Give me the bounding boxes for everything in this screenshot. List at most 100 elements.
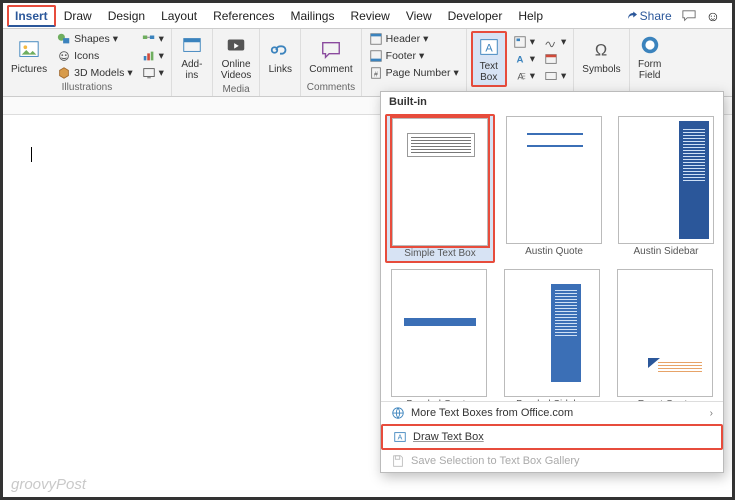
- cube-icon: [57, 66, 71, 80]
- gallery-footer: More Text Boxes from Office.com › A Draw…: [381, 401, 723, 472]
- comment-label: Comment: [309, 64, 352, 75]
- footer-button[interactable]: Footer▾: [366, 48, 462, 64]
- pictures-icon: [17, 38, 41, 62]
- text-cursor: [31, 147, 32, 162]
- symbols-label: Symbols: [582, 64, 620, 75]
- tab-mailings[interactable]: Mailings: [282, 5, 342, 27]
- svg-text:A: A: [516, 55, 523, 66]
- tab-insert[interactable]: Insert: [7, 5, 56, 27]
- quickparts-icon: [513, 35, 527, 49]
- comment-button[interactable]: Comment: [305, 36, 356, 77]
- object-icon: [544, 69, 558, 83]
- tab-view[interactable]: View: [398, 5, 440, 27]
- tab-draw[interactable]: Draw: [56, 5, 100, 27]
- save-selection-item: Save Selection to Text Box Gallery: [381, 450, 723, 472]
- group-formfield: Form Field: [630, 29, 670, 96]
- group-symbols: Ω Symbols: [574, 29, 629, 96]
- shapes-label: Shapes: [74, 33, 110, 45]
- group-headerfooter: Header▾ Footer▾ #Page Number▾: [362, 29, 467, 96]
- screenshot-icon: [142, 66, 156, 80]
- screenshot-button[interactable]: ▾: [139, 65, 167, 81]
- textbox-icon: A: [477, 35, 501, 59]
- chart-icon: [142, 49, 156, 63]
- header-button[interactable]: Header▾: [366, 31, 462, 47]
- ribbon-tabs: Insert Draw Design Layout References Mai…: [3, 3, 732, 29]
- textbox-gallery-panel: Built-in Simple Text Box Austin Quote Au…: [380, 91, 724, 473]
- addins-icon: [180, 33, 204, 57]
- header-icon: [369, 32, 383, 46]
- gallery-facet-quote[interactable]: Facet Quote: [612, 267, 719, 401]
- save-icon: [391, 454, 405, 468]
- more-label: More Text Boxes from Office.com: [411, 407, 573, 419]
- share-button[interactable]: Share: [625, 9, 672, 23]
- chart-button[interactable]: ▾: [139, 48, 167, 64]
- comments-icon[interactable]: [682, 9, 696, 23]
- online-videos-button[interactable]: Online Videos: [217, 31, 255, 83]
- formfield-button[interactable]: Form Field: [634, 31, 666, 83]
- header-label: Header: [386, 33, 420, 45]
- links-button[interactable]: Links: [264, 36, 296, 77]
- tab-design[interactable]: Design: [100, 5, 153, 27]
- 3dmodels-button[interactable]: 3D Models▾: [54, 65, 135, 81]
- group-links: Links: [260, 29, 301, 96]
- icons-label: Icons: [74, 50, 99, 62]
- wordart-icon: A: [513, 52, 527, 66]
- links-label: Links: [269, 64, 292, 75]
- textbox-label: Text Box: [480, 61, 498, 83]
- gallery-banded-quote[interactable]: Banded Quote: [385, 267, 492, 401]
- addins-label: Add- ins: [181, 59, 202, 81]
- shapes-button[interactable]: Shapes▾: [54, 31, 135, 47]
- illustrations-label: Illustrations: [7, 81, 167, 94]
- tab-layout[interactable]: Layout: [153, 5, 205, 27]
- dropcap-icon: A: [513, 69, 527, 83]
- wordart-button[interactable]: A▾: [510, 51, 538, 67]
- gallery-banded-sidebar[interactable]: Banded Sidebar: [498, 267, 605, 401]
- object-button[interactable]: ▾: [541, 68, 569, 84]
- tab-developer[interactable]: Developer: [440, 5, 511, 27]
- symbols-button[interactable]: Ω Symbols: [578, 36, 624, 77]
- icons-icon: [57, 49, 71, 63]
- link-icon: [268, 38, 292, 62]
- gallery-austin-sidebar[interactable]: Austin Sidebar: [613, 114, 719, 263]
- smartart-button[interactable]: ▾: [139, 31, 167, 47]
- gallery[interactable]: Simple Text Box Austin Quote Austin Side…: [381, 112, 723, 401]
- dropcap-button[interactable]: A▾: [510, 68, 538, 84]
- pagenumber-icon: #: [369, 66, 383, 80]
- more-textboxes-item[interactable]: More Text Boxes from Office.com ›: [381, 402, 723, 424]
- formfield-icon: [638, 33, 662, 57]
- group-comments: Comment Comments: [301, 29, 361, 96]
- video-icon: [224, 33, 248, 57]
- group-textbox: A Text Box ▾ A▾ A▾ ▾ ▾: [467, 29, 575, 96]
- chevron-right-icon: ›: [710, 408, 713, 419]
- globe-icon: [391, 406, 405, 420]
- addins-button[interactable]: Add- ins: [176, 31, 208, 83]
- omega-icon: Ω: [589, 38, 613, 62]
- gallery-simple-text-box[interactable]: Simple Text Box: [385, 114, 495, 263]
- signature-icon: [544, 35, 558, 49]
- signature-button[interactable]: ▾: [541, 34, 569, 50]
- group-media: Online Videos Media: [213, 29, 260, 96]
- quickparts-button[interactable]: ▾: [510, 34, 538, 50]
- tab-references[interactable]: References: [205, 5, 282, 27]
- draw-textbox-item[interactable]: A Draw Text Box: [381, 424, 723, 450]
- tab-help[interactable]: Help: [510, 5, 551, 27]
- pictures-label: Pictures: [11, 64, 47, 75]
- gallery-label: Austin Sidebar: [633, 246, 698, 257]
- textbox-button[interactable]: A Text Box: [471, 31, 507, 87]
- tab-review[interactable]: Review: [342, 5, 397, 27]
- share-icon: [625, 10, 637, 22]
- smartart-icon: [142, 32, 156, 46]
- datetime-button[interactable]: [541, 51, 569, 67]
- pictures-button[interactable]: Pictures: [7, 36, 51, 77]
- media-label: Media: [217, 83, 255, 96]
- group-addins: Add- ins: [172, 29, 213, 96]
- footer-label: Footer: [386, 50, 416, 62]
- icons-button[interactable]: Icons: [54, 48, 135, 64]
- feedback-icon[interactable]: ☺: [706, 8, 720, 24]
- svg-text:#: #: [374, 72, 378, 79]
- 3dmodels-label: 3D Models: [74, 67, 124, 79]
- gallery-austin-quote[interactable]: Austin Quote: [501, 114, 607, 263]
- svg-text:A: A: [398, 435, 403, 442]
- pagenumber-button[interactable]: #Page Number▾: [366, 65, 462, 81]
- datetime-icon: [544, 52, 558, 66]
